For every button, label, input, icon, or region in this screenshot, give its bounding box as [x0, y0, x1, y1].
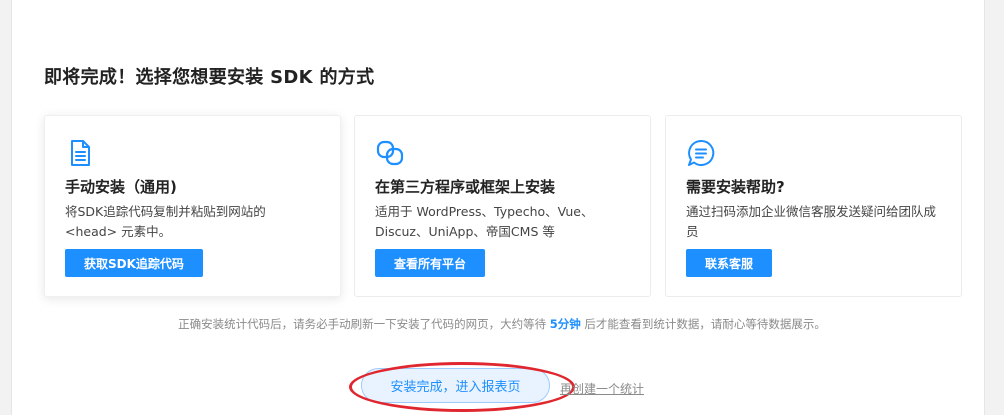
- card-description: 将SDK追踪代码复制并粘贴到网站的 <head> 元素中。: [65, 204, 266, 239]
- card-third-party-install: 在第三方程序或框架上安装 适用于 WordPress、Typecho、Vue、D…: [354, 115, 651, 297]
- view-all-platforms-button[interactable]: 查看所有平台: [375, 249, 486, 277]
- chat-bubble-icon: [686, 138, 716, 168]
- finish-install-button[interactable]: 安装完成，进入报表页: [361, 368, 550, 403]
- get-sdk-code-button[interactable]: 获取SDK追踪代码: [65, 249, 203, 277]
- install-notice: 正确安装统计代码后，请务必手动刷新一下安装了代码的网页，大约等待 5分钟 后才能…: [0, 316, 1004, 332]
- card-manual-install: 手动安装（通用) 将SDK追踪代码复制并粘贴到网站的 <head> 元素中。 获…: [44, 115, 341, 297]
- right-frame-edge: [984, 0, 1004, 415]
- contact-support-button[interactable]: 联系客服: [686, 249, 773, 277]
- page-title: 即将完成！选择您想要安装 SDK 的方式: [44, 67, 375, 88]
- card-title: 手动安装（通用): [65, 178, 177, 196]
- notice-text-before: 正确安装统计代码后，请务必手动刷新一下安装了代码的网页，大约等待: [178, 317, 547, 331]
- card-description: 适用于 WordPress、Typecho、Vue、Discuz、UniApp、…: [375, 204, 594, 239]
- link-icon: [375, 138, 405, 168]
- card-description: 通过扫码添加企业微信客服发送疑问给团队成员: [686, 204, 937, 239]
- card-title: 在第三方程序或框架上安装: [375, 178, 556, 196]
- notice-text-after: 后才能查看到统计数据，请耐心等待数据展示。: [584, 317, 826, 331]
- document-icon: [65, 138, 95, 168]
- card-install-help: 需要安装帮助? 通过扫码添加企业微信客服发送疑问给团队成员 联系客服: [665, 115, 962, 297]
- notice-wait-time: 5分钟: [549, 317, 581, 331]
- create-another-link[interactable]: 再创建一个统计: [560, 380, 644, 397]
- card-title: 需要安装帮助?: [686, 178, 785, 196]
- left-frame-edge: [0, 0, 12, 415]
